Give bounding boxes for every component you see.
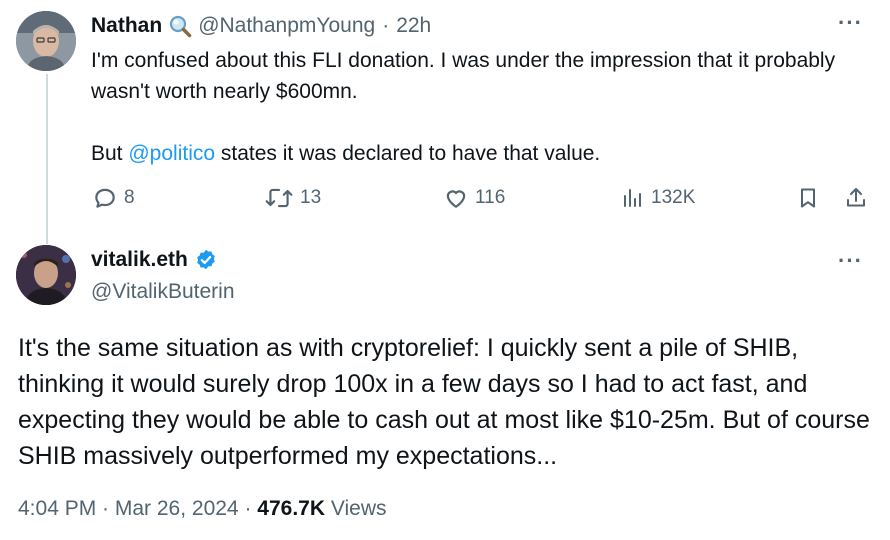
tweet-paragraph: I'm confused about this FLI donation. I … — [91, 49, 836, 103]
more-options-button[interactable]: ··· — [838, 248, 863, 274]
reply-count: 8 — [124, 187, 135, 208]
view-count: 476.7K — [257, 497, 326, 520]
tweet-text: It's the same situation as with cryptore… — [18, 334, 870, 470]
views-label: Views — [330, 497, 387, 520]
reply-parent-header: Nathan @NathanpmYoung · 22h — [91, 13, 431, 39]
avatar[interactable] — [16, 245, 76, 305]
tweet-paragraph: But @politico states it was declared to … — [91, 142, 601, 165]
like-button[interactable]: 116 — [443, 183, 505, 213]
views-count: 132K — [651, 187, 696, 208]
author-name[interactable]: Nathan — [91, 14, 162, 38]
views-button[interactable]: 132K — [621, 183, 695, 213]
magnifying-glass-icon — [168, 14, 192, 38]
repost-icon — [265, 188, 293, 208]
tweet-timestamp[interactable]: 4:04 PM · Mar 26, 2024 · — [18, 497, 251, 520]
reply-button[interactable]: 8 — [92, 183, 135, 213]
thread-connector-line — [46, 74, 48, 244]
author-row: vitalik.eth — [91, 248, 218, 272]
bookmark-icon — [801, 188, 815, 208]
separator: · — [382, 14, 390, 37]
like-count: 116 — [475, 187, 506, 208]
reply-parent-text: I'm confused about this FLI donation. I … — [91, 45, 861, 169]
author-name[interactable]: vitalik.eth — [91, 248, 188, 272]
reply-icon — [95, 188, 115, 208]
avatar[interactable] — [16, 11, 76, 71]
author-handle[interactable]: @NathanpmYoung — [198, 14, 375, 38]
verified-badge-icon — [194, 248, 218, 272]
repost-count: 13 — [300, 187, 322, 208]
share-button[interactable] — [844, 183, 868, 213]
tweet-meta: 4:04 PM · Mar 26, 2024 · 476.7K Views — [18, 497, 387, 521]
analytics-icon — [624, 189, 641, 207]
bookmark-button[interactable] — [796, 183, 820, 213]
share-icon — [847, 188, 865, 207]
author-handle[interactable]: @VitalikButerin — [91, 280, 235, 304]
more-options-button[interactable]: ··· — [838, 10, 863, 36]
mention-link[interactable]: @politico — [128, 142, 215, 165]
timestamp[interactable]: 22h — [396, 14, 431, 38]
repost-button[interactable]: 13 — [264, 183, 321, 213]
heart-icon — [446, 190, 466, 208]
